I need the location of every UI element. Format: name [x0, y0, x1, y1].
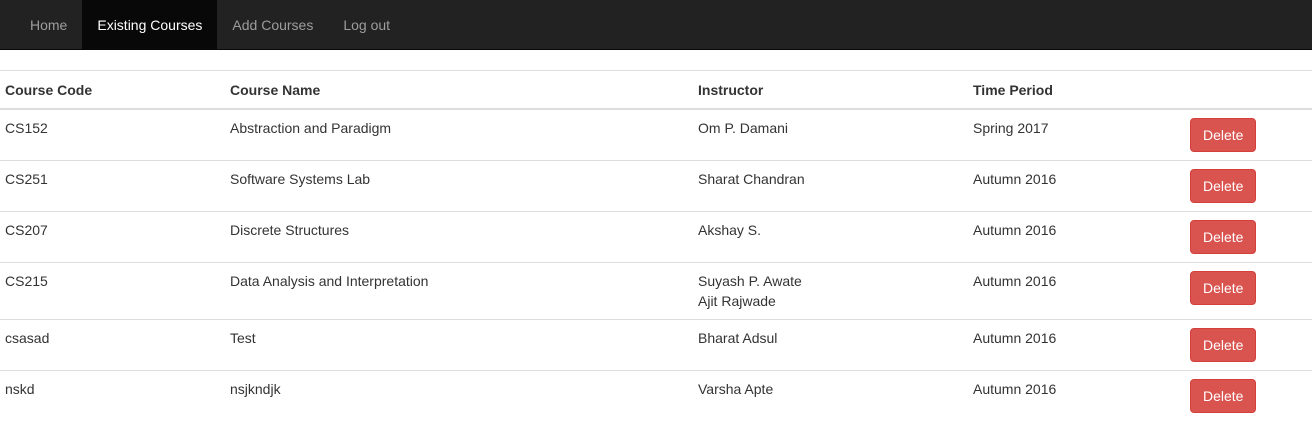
time-period-cell: Autumn 2016: [968, 262, 1185, 320]
nav-existing-courses[interactable]: Existing Courses: [82, 0, 218, 49]
instructor-cell: Bharat Adsul: [693, 319, 968, 371]
course-name-cell: Discrete Structures: [225, 211, 693, 263]
course-name-cell: Abstraction and Paradigm: [225, 109, 693, 161]
nav-log-out[interactable]: Log out: [328, 0, 405, 49]
instructor-cell: Suyash P. Awate Ajit Rajwade: [693, 262, 968, 320]
delete-button[interactable]: Delete: [1190, 379, 1256, 413]
header-actions: [1185, 70, 1312, 110]
delete-button[interactable]: Delete: [1190, 118, 1256, 152]
actions-cell: Delete: [1185, 109, 1312, 161]
table-row: nskd nsjkndjk Varsha Apte Autumn 2016 De…: [0, 371, 1312, 422]
delete-button[interactable]: Delete: [1190, 271, 1256, 305]
main-content: Course Code Course Name Instructor Time …: [0, 70, 1312, 421]
time-period-cell: Autumn 2016: [968, 160, 1185, 212]
course-name-cell: Test: [225, 319, 693, 371]
instructor-name: Bharat Adsul: [698, 330, 778, 346]
instructor-cell: Sharat Chandran: [693, 160, 968, 212]
table-row: CS207 Discrete Structures Akshay S. Autu…: [0, 211, 1312, 263]
course-code-cell: CS152: [0, 109, 225, 161]
table-header-row: Course Code Course Name Instructor Time …: [0, 70, 1312, 110]
instructor-cell: Varsha Apte: [693, 371, 968, 422]
time-period-cell: Spring 2017: [968, 109, 1185, 161]
header-instructor: Instructor: [693, 70, 968, 110]
instructor-name: Sharat Chandran: [698, 171, 805, 187]
course-code-cell: nskd: [5, 381, 35, 397]
table-row: CS215 Data Analysis and Interpretation S…: [0, 262, 1312, 320]
header-time-period: Time Period: [968, 70, 1185, 110]
table-row: CS251 Software Systems Lab Sharat Chandr…: [0, 160, 1312, 212]
table-row: csasad Test Bharat Adsul Autumn 2016 Del…: [0, 319, 1312, 371]
delete-button[interactable]: Delete: [1190, 169, 1256, 203]
course-code-cell: CS215: [0, 262, 225, 320]
time-period-cell: Autumn 2016: [973, 381, 1057, 397]
actions-cell: Delete: [1185, 319, 1312, 371]
actions-cell: Delete: [1185, 211, 1312, 263]
course-name-cell: Data Analysis and Interpretation: [225, 262, 693, 320]
nav-add-courses[interactable]: Add Courses: [217, 0, 328, 49]
course-name-cell: Software Systems Lab: [225, 160, 693, 212]
actions-cell: Delete: [1185, 262, 1312, 320]
instructor-cell: Om P. Damani: [693, 109, 968, 161]
actions-cell: Delete: [1185, 371, 1312, 422]
actions-cell: Delete: [1185, 160, 1312, 212]
delete-button[interactable]: Delete: [1190, 220, 1256, 254]
instructor-name: Ajit Rajwade: [698, 293, 776, 309]
instructor-name: Om P. Damani: [698, 120, 788, 136]
top-navbar: Home Existing Courses Add Courses Log ou…: [0, 0, 1312, 50]
instructor-cell: Akshay S.: [693, 211, 968, 263]
instructor-name: Suyash P. Awate: [698, 273, 802, 289]
time-period-cell: Autumn 2016: [968, 211, 1185, 263]
course-code-cell: csasad: [0, 319, 225, 371]
header-course-name: Course Name: [225, 70, 693, 110]
course-name-cell: nsjkndjk: [230, 381, 281, 397]
header-course-code: Course Code: [0, 70, 225, 110]
table-row: CS152 Abstraction and Paradigm Om P. Dam…: [0, 109, 1312, 161]
time-period-cell: Autumn 2016: [968, 319, 1185, 371]
instructor-name: Varsha Apte: [698, 381, 774, 397]
course-code-cell: CS207: [0, 211, 225, 263]
course-code-cell: CS251: [0, 160, 225, 212]
instructor-name: Akshay S.: [698, 222, 762, 238]
delete-button[interactable]: Delete: [1190, 328, 1256, 362]
nav-home[interactable]: Home: [15, 0, 82, 49]
courses-table: Course Code Course Name Instructor Time …: [0, 70, 1312, 421]
